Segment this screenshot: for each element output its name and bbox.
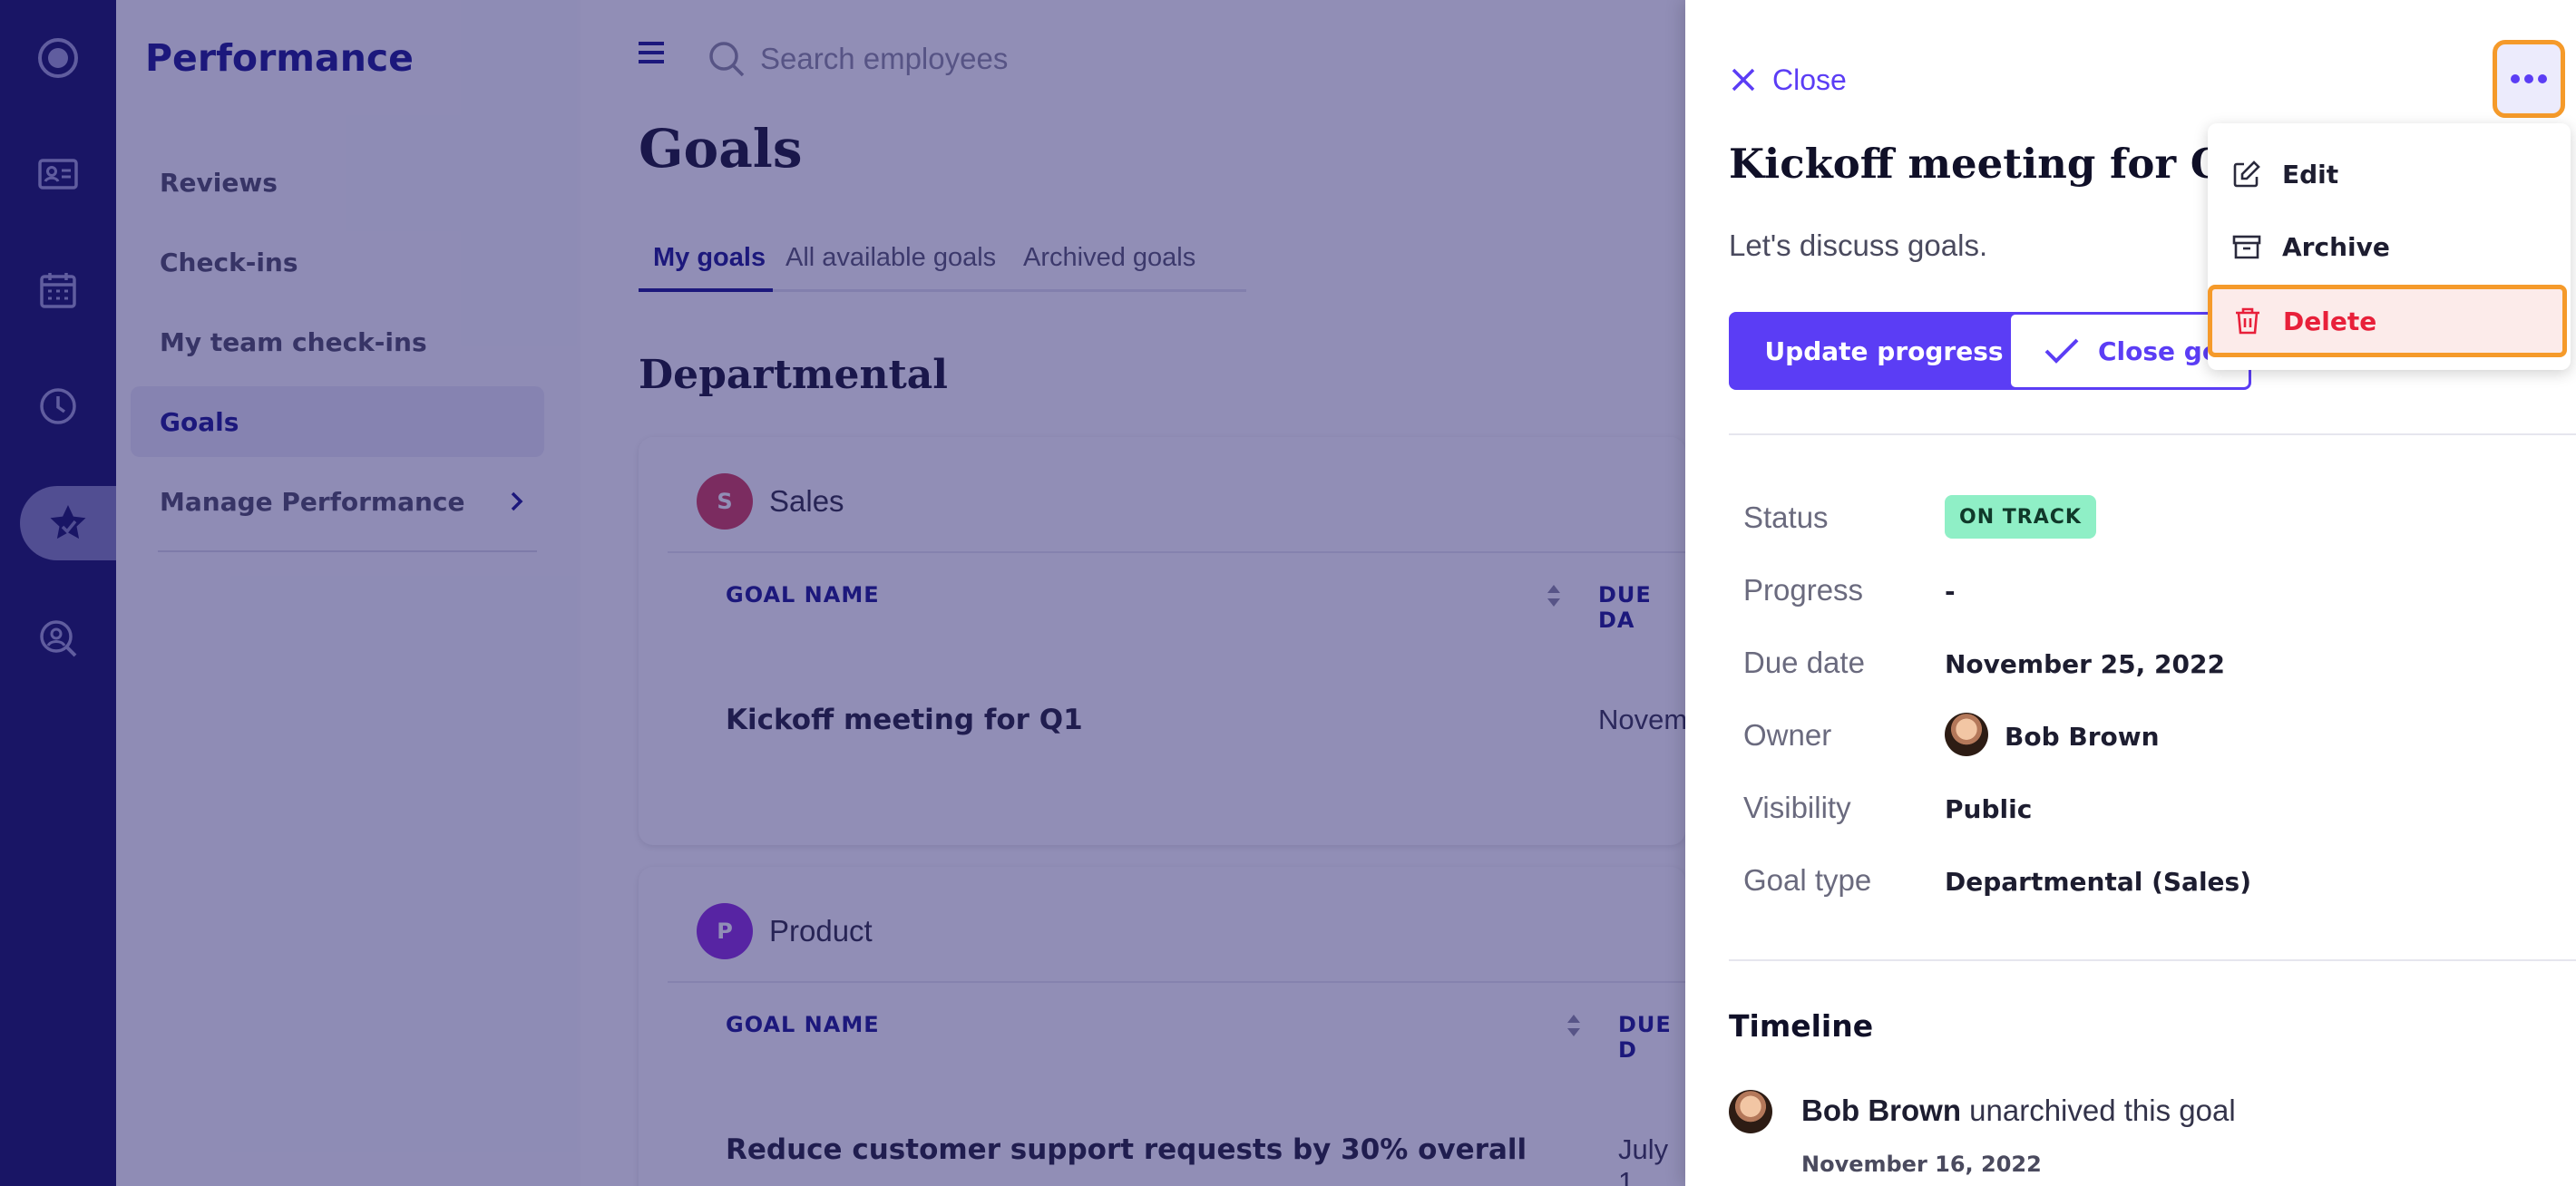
menu-item-delete[interactable]: Delete <box>2208 285 2567 357</box>
visibility-value: Public <box>1945 794 2033 824</box>
due-date-label: Due date <box>1743 646 1865 679</box>
owner-label: Owner <box>1743 718 1832 752</box>
check-icon <box>2044 338 2079 364</box>
due-date-value: November 25, 2022 <box>1945 649 2225 679</box>
progress-label: Progress <box>1743 573 1864 607</box>
menu-item-label: Edit <box>2282 159 2339 190</box>
more-horizontal-icon <box>2511 74 2547 83</box>
progress-value: - <box>1945 577 1956 607</box>
edit-icon <box>2233 160 2260 188</box>
status-label: Status <box>1743 501 1829 534</box>
goal-type-value: Departmental (Sales) <box>1945 867 2251 897</box>
timeline-actor[interactable]: Bob Brown <box>1801 1094 1961 1127</box>
close-icon <box>1732 68 1755 92</box>
goal-type-label: Goal type <box>1743 863 1872 897</box>
timeline-title: Timeline <box>1729 1008 1874 1044</box>
drawer-divider <box>1729 433 2576 435</box>
goal-description: Let's discuss goals. <box>1729 228 1988 262</box>
update-progress-button[interactable]: Update progress <box>1729 312 2039 390</box>
timeline-entry-text: Bob Brown unarchived this goal <box>1801 1094 2236 1128</box>
drawer-divider <box>1729 959 2576 961</box>
actions-menu: Edit Archive Delete <box>2208 123 2571 370</box>
close-label: Close <box>1772 63 1847 96</box>
close-drawer-button[interactable]: Close <box>1731 60 1847 100</box>
menu-item-archive[interactable]: Archive <box>2208 210 2571 283</box>
menu-item-edit[interactable]: Edit <box>2208 138 2571 210</box>
timeline-action: unarchived this goal <box>1960 1094 2236 1127</box>
owner-value[interactable]: Bob Brown <box>2005 722 2160 752</box>
archive-icon <box>2232 235 2261 259</box>
goal-title: Kickoff meeting for Q1 <box>1729 140 2255 188</box>
timeline-entry-date: November 16, 2022 <box>1801 1152 2042 1177</box>
avatar <box>1729 1090 1772 1133</box>
status-badge: ON TRACK <box>1945 495 2096 539</box>
visibility-label: Visibility <box>1743 791 1851 824</box>
menu-item-label: Archive <box>2282 231 2390 262</box>
trash-icon <box>2236 307 2259 335</box>
modal-backdrop[interactable] <box>0 0 1685 1186</box>
more-actions-button[interactable] <box>2493 40 2565 118</box>
menu-item-label: Delete <box>2283 306 2377 336</box>
owner-avatar <box>1945 713 1988 756</box>
